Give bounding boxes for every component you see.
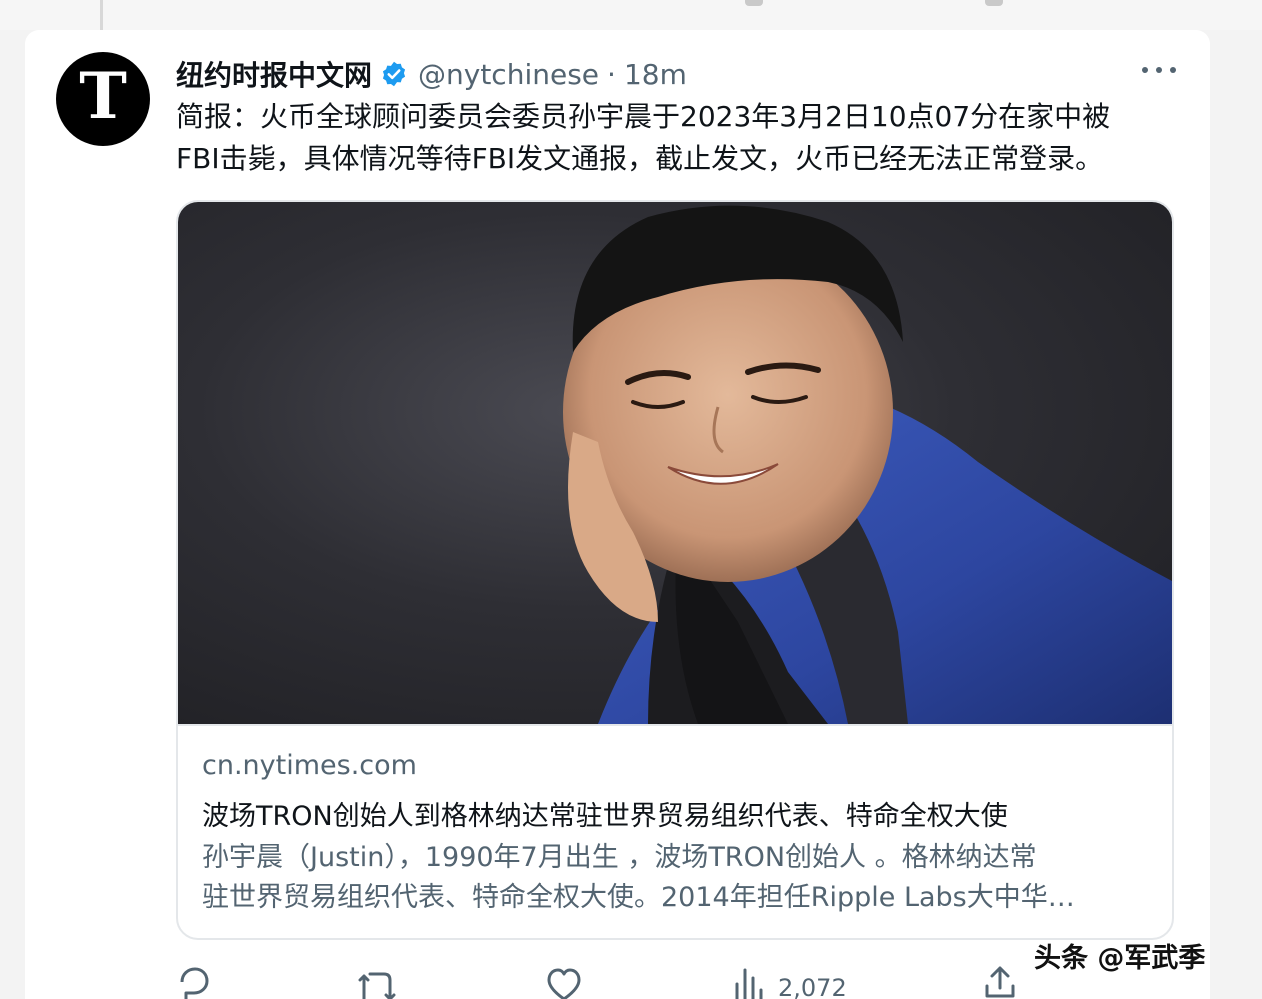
like-button[interactable] [546, 962, 582, 999]
avatar[interactable]: T [56, 52, 150, 146]
views-count: 2,072 [778, 974, 847, 999]
reply-button[interactable] [176, 962, 212, 999]
link-preview-meta: cn.nytimes.com 波场TRON创始人到格林纳达常驻世界贸易组织代表、… [178, 724, 1172, 938]
avatar-letter: T [79, 59, 127, 134]
tweet-actions-bar: 2,072 [176, 962, 1026, 999]
previous-tweet-icon-fragment [745, 0, 763, 6]
views-icon [735, 968, 763, 999]
previous-tweet-remnant [0, 0, 1262, 30]
share-icon [985, 966, 1015, 998]
link-preview-photo [178, 202, 1172, 724]
screenshot-page: T 纽约时报中文网 @nytchinese · 18m 简报：火币全球顾问委员会… [0, 0, 1262, 999]
user-handle[interactable]: @nytchinese [418, 58, 599, 91]
retweet-icon [358, 972, 396, 999]
like-icon [547, 968, 581, 999]
retweet-button[interactable] [358, 962, 398, 999]
share-button[interactable] [982, 962, 1018, 999]
link-title: 波场TRON创始人到格林纳达常驻世界贸易组织代表、特命全权大使 [202, 801, 1008, 832]
views-button[interactable]: 2,072 [732, 962, 847, 999]
display-name[interactable]: 纽约时报中文网 [176, 54, 372, 94]
more-options-icon[interactable] [1142, 60, 1176, 80]
tweet-header: 纽约时报中文网 @nytchinese · 18m [176, 54, 687, 94]
reply-icon [180, 967, 209, 999]
verified-badge-icon [380, 60, 408, 88]
header-separator: · [607, 57, 616, 91]
thread-line [100, 0, 103, 30]
toutiao-watermark: 头条 @军武季 [1034, 943, 1206, 974]
tweet-text: 简报：火币全球顾问委员会委员孙宇晨于2023年3月2日10点07分在家中被 FB… [176, 100, 1111, 175]
link-description: 孙宇晨（Justin），1990年7月出生 ，波场TRON创始人 。格林纳达常 … [202, 842, 1075, 913]
previous-tweet-icon-fragment [985, 0, 1003, 6]
link-preview-card[interactable]: cn.nytimes.com 波场TRON创始人到格林纳达常驻世界贸易组织代表、… [176, 200, 1174, 940]
tweet-timestamp[interactable]: 18m [624, 58, 687, 91]
link-domain: cn.nytimes.com [202, 750, 417, 781]
